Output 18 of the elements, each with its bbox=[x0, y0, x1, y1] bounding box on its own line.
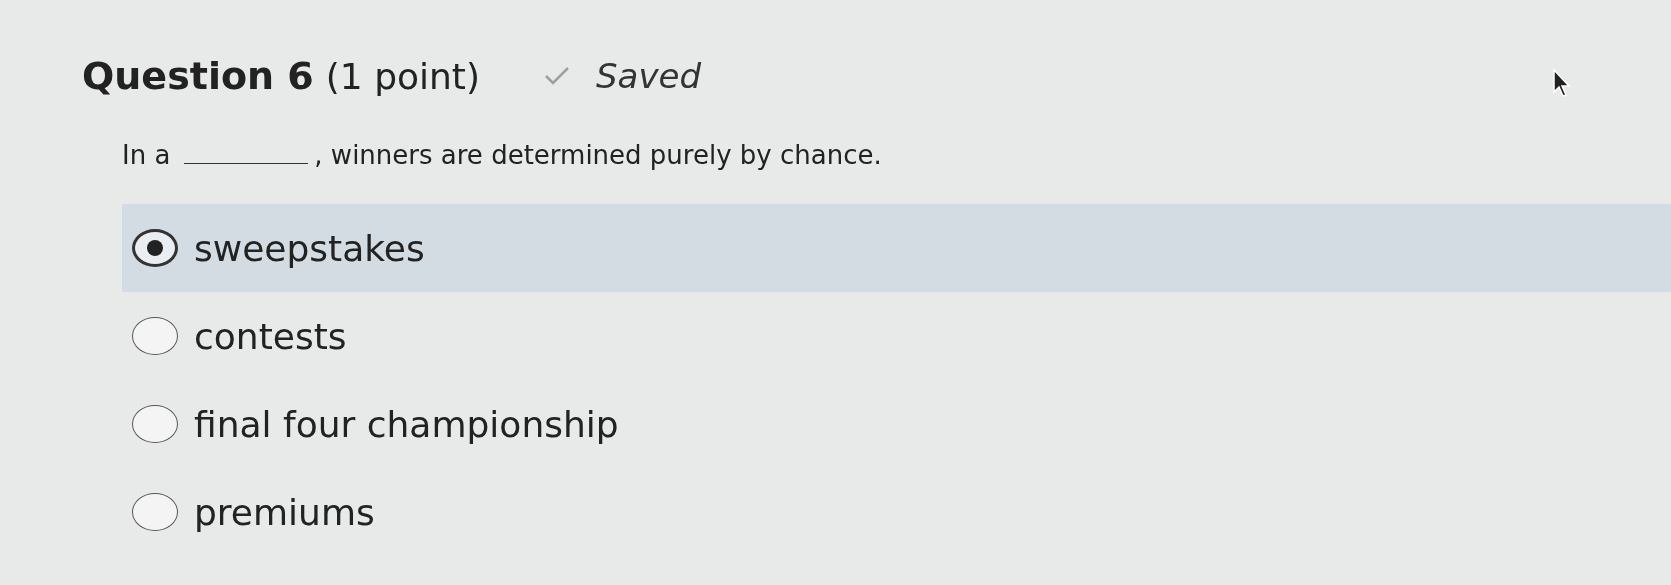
option-label: sweepstakes bbox=[194, 227, 425, 269]
radio-button[interactable] bbox=[132, 405, 178, 443]
radio-button[interactable] bbox=[132, 317, 178, 355]
option-row[interactable]: contests bbox=[122, 292, 1671, 380]
mouse-pointer-icon bbox=[1552, 68, 1572, 98]
save-status: Saved bbox=[596, 56, 702, 96]
radio-button[interactable] bbox=[132, 229, 178, 267]
option-label: premiums bbox=[194, 491, 375, 533]
option-row[interactable]: final four championship bbox=[122, 380, 1671, 468]
option-label: contests bbox=[194, 315, 347, 357]
question-points: (1 point) bbox=[325, 55, 481, 97]
question-text: In a bbox=[122, 140, 171, 170]
question-title: Question 6 bbox=[82, 54, 314, 98]
selected-option-row[interactable]: sweepstakes bbox=[122, 204, 1671, 292]
question-text: , winners are determined purely by chance. bbox=[314, 140, 882, 170]
option-row[interactable]: premiums bbox=[122, 468, 1671, 556]
radio-button[interactable] bbox=[132, 493, 178, 531]
option-label: final four championship bbox=[194, 403, 619, 445]
